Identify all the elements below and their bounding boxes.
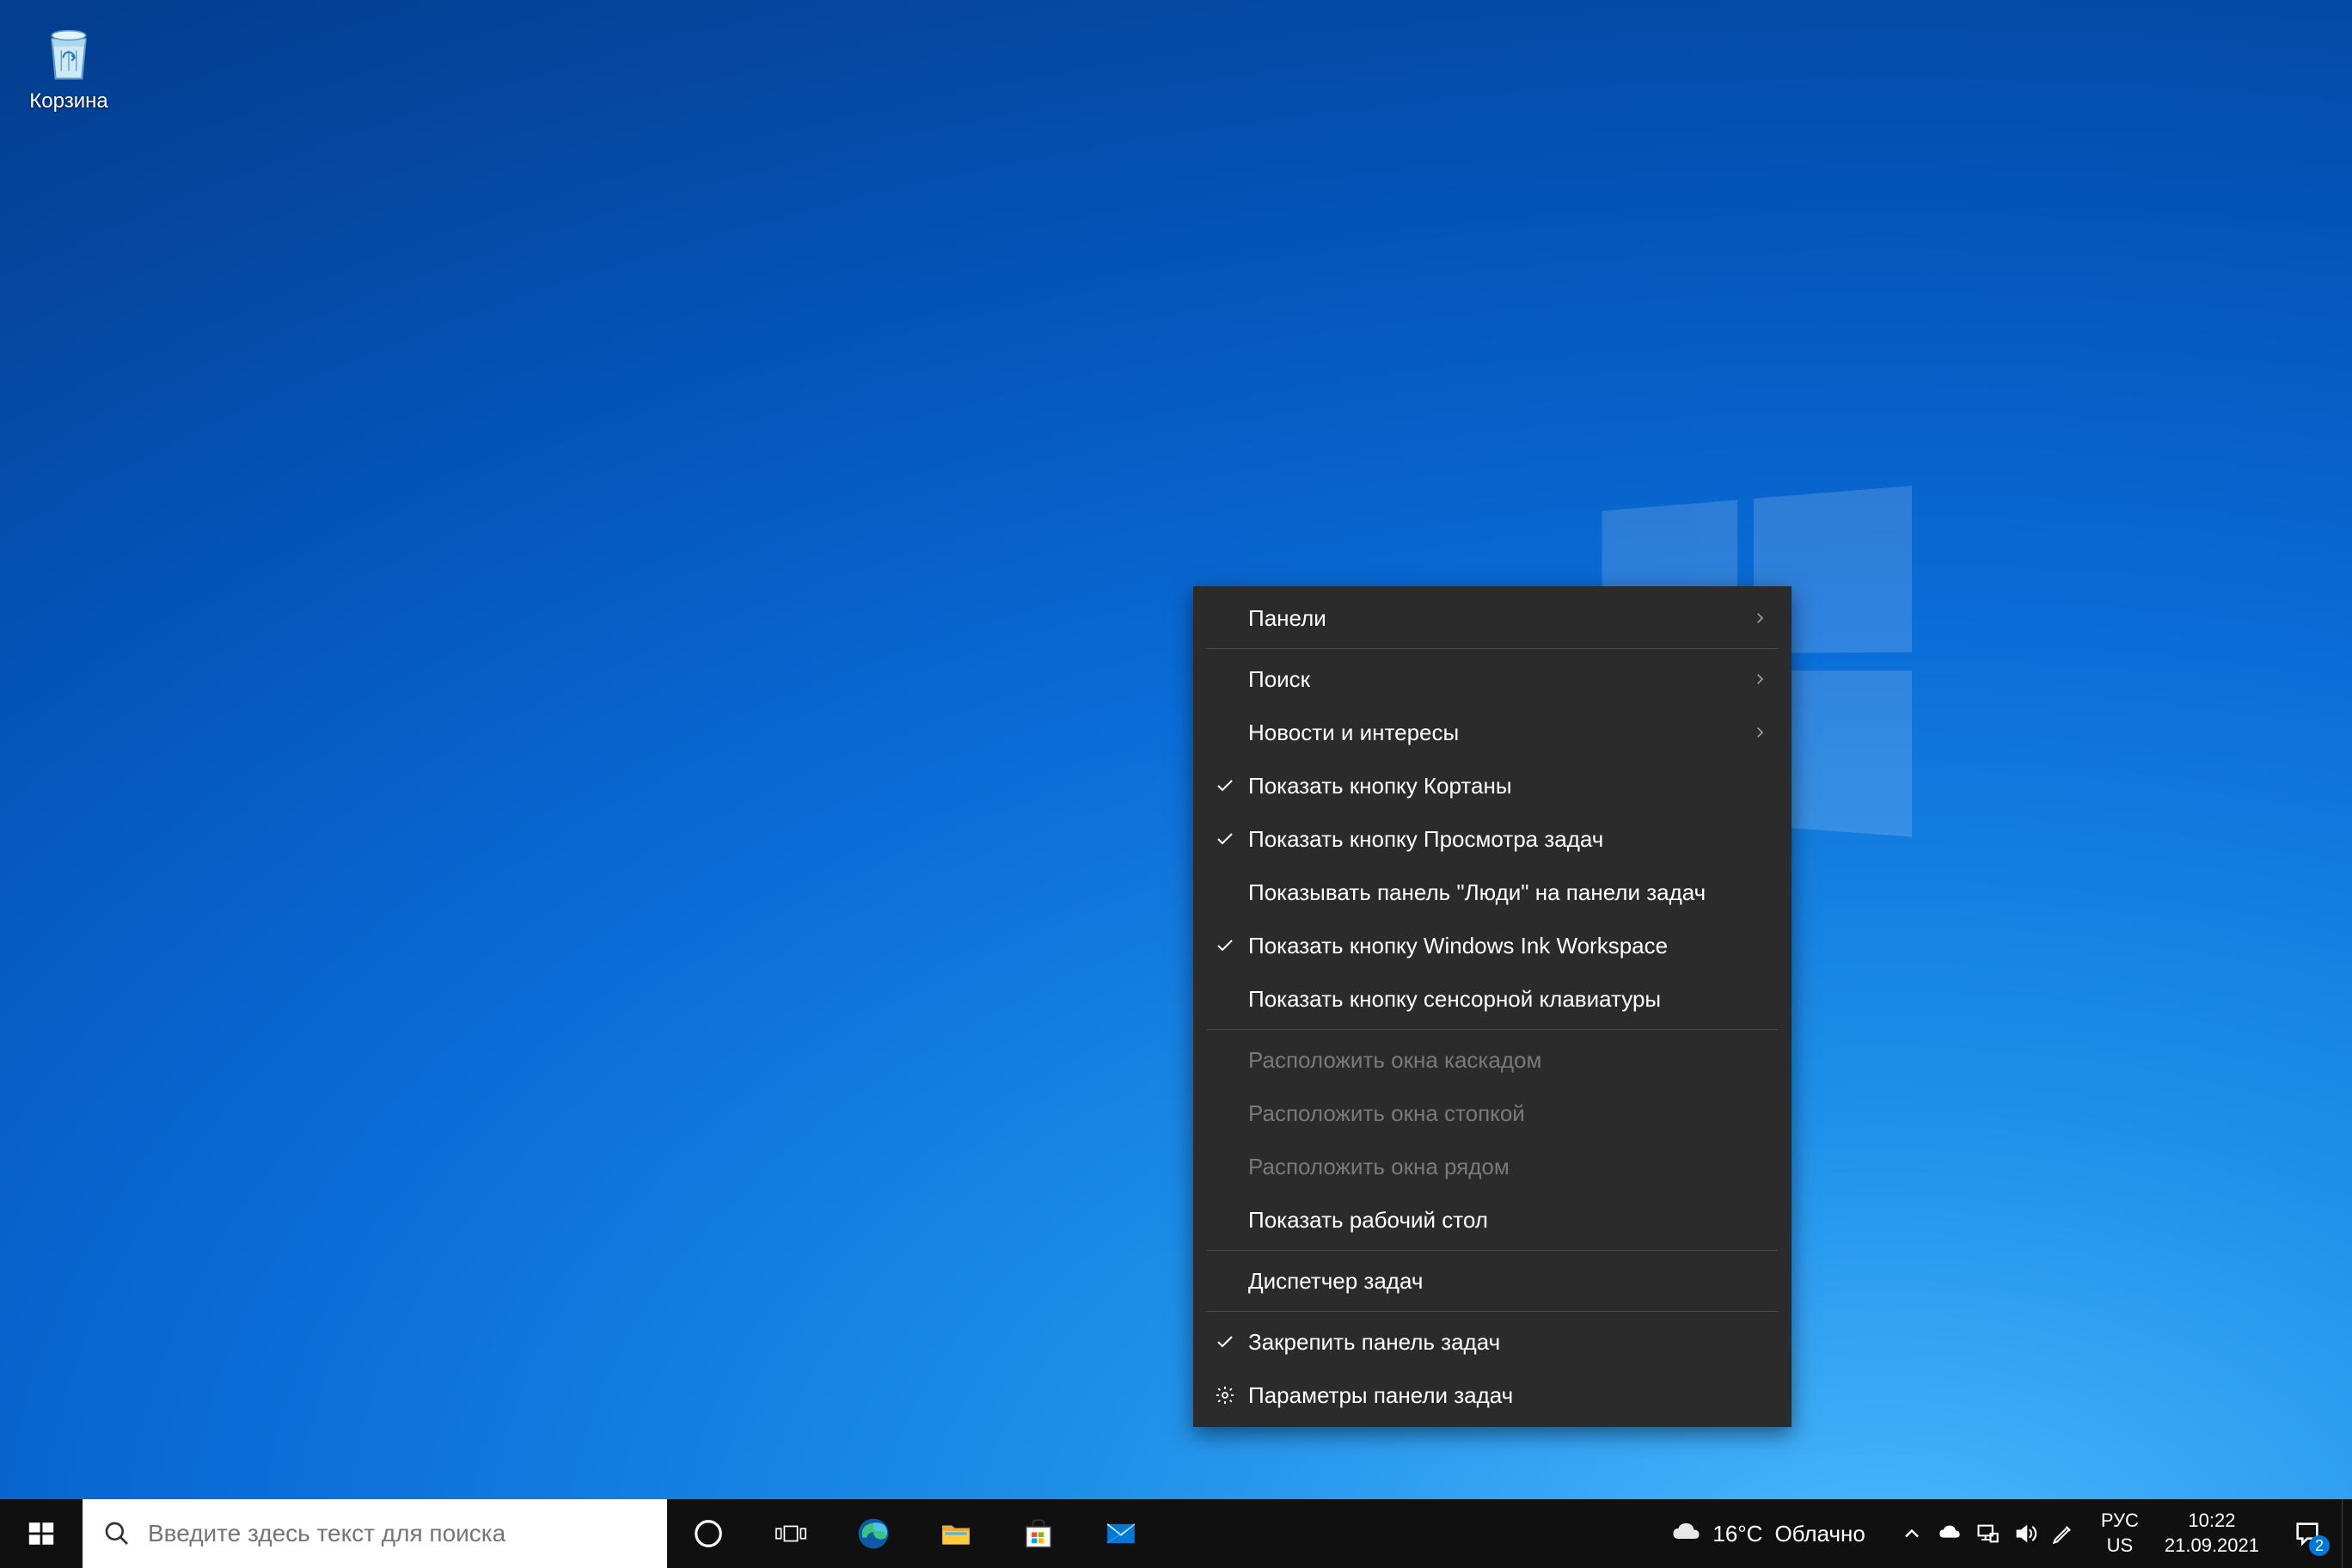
store-icon	[1022, 1517, 1055, 1550]
menu-label: Показать кнопку Windows Ink Workspace	[1241, 933, 1767, 959]
tray-onedrive[interactable]	[1932, 1499, 1967, 1568]
menu-label: Расположить окна стопкой	[1241, 1100, 1767, 1127]
menu-label: Показывать панель "Люди" на панели задач	[1241, 879, 1767, 906]
chevron-right-icon	[1752, 605, 1767, 632]
menu-cascade: Расположить окна каскадом	[1193, 1033, 1792, 1087]
menu-taskbar-settings[interactable]: Параметры панели задач	[1193, 1369, 1792, 1422]
tray-ink[interactable]	[2046, 1499, 2080, 1568]
check-icon	[1209, 829, 1241, 849]
menu-news[interactable]: Новости и интересы	[1193, 706, 1792, 759]
search-icon	[103, 1520, 131, 1547]
edge-app[interactable]	[832, 1499, 915, 1568]
clock[interactable]: 10:22 21.09.2021	[2151, 1499, 2273, 1568]
check-icon	[1209, 1332, 1241, 1352]
network-icon	[1975, 1522, 2000, 1546]
cortana-icon	[692, 1517, 725, 1550]
chevron-right-icon	[1752, 720, 1767, 746]
menu-label: Новости и интересы	[1241, 720, 1752, 746]
menu-separator	[1207, 1311, 1778, 1312]
taskview-icon	[775, 1517, 807, 1550]
explorer-app[interactable]	[915, 1499, 997, 1568]
search-input[interactable]	[148, 1520, 646, 1547]
taskbar-context-menu: Панели Поиск Новости и интересы Показать…	[1193, 586, 1792, 1427]
menu-separator	[1207, 648, 1778, 649]
cloud-icon	[1669, 1518, 1700, 1549]
action-center[interactable]: 2	[2273, 1499, 2342, 1568]
search-box[interactable]	[83, 1499, 667, 1568]
menu-stack: Расположить окна стопкой	[1193, 1087, 1792, 1140]
menu-separator	[1207, 1250, 1778, 1251]
chevron-up-icon	[1900, 1522, 1924, 1546]
menu-label: Показать кнопку Кортаны	[1241, 773, 1767, 799]
show-desktop-button[interactable]	[2342, 1499, 2352, 1568]
menu-label: Поиск	[1241, 666, 1752, 693]
tray-overflow[interactable]	[1895, 1499, 1929, 1568]
menu-show-cortana[interactable]: Показать кнопку Кортаны	[1193, 759, 1792, 812]
edge-icon	[857, 1517, 890, 1550]
menu-show-desktop[interactable]: Показать рабочий стол	[1193, 1193, 1792, 1246]
pen-icon	[2051, 1522, 2075, 1546]
menu-show-touchkb[interactable]: Показать кнопку сенсорной клавиатуры	[1193, 972, 1792, 1026]
menu-search[interactable]: Поиск	[1193, 652, 1792, 706]
lang-secondary: US	[2107, 1534, 2134, 1559]
menu-label: Расположить окна рядом	[1241, 1154, 1767, 1180]
menu-label: Закрепить панель задач	[1241, 1329, 1767, 1356]
check-icon	[1209, 775, 1241, 796]
tray-network[interactable]	[1970, 1499, 2005, 1568]
taskview-button[interactable]	[750, 1499, 832, 1568]
recycle-bin[interactable]: Корзина	[17, 17, 120, 120]
date: 21.09.2021	[2165, 1534, 2259, 1559]
menu-task-manager[interactable]: Диспетчер задач	[1193, 1254, 1792, 1308]
gear-icon	[1209, 1385, 1241, 1406]
windows-icon	[27, 1519, 56, 1548]
menu-lock-taskbar[interactable]: Закрепить панель задач	[1193, 1315, 1792, 1369]
menu-label: Показать кнопку сенсорной клавиатуры	[1241, 986, 1767, 1013]
chevron-right-icon	[1752, 666, 1767, 693]
menu-panels[interactable]: Панели	[1193, 591, 1792, 645]
menu-label: Параметры панели задач	[1241, 1382, 1767, 1409]
weather-widget[interactable]: 16°C Облачно	[1649, 1499, 1885, 1568]
time: 10:22	[2188, 1509, 2235, 1534]
cloud-icon	[1938, 1522, 1962, 1546]
start-button[interactable]	[0, 1499, 83, 1568]
recycle-bin-label: Корзина	[24, 89, 113, 113]
desktop[interactable]: Корзина Панели Поиск Новости и интересы …	[0, 0, 2352, 1568]
taskbar[interactable]: 16°C Облачно РУС US 10:22	[0, 1499, 2352, 1568]
weather-cond: Облачно	[1774, 1521, 1865, 1547]
menu-side: Расположить окна рядом	[1193, 1140, 1792, 1193]
volume-icon	[2013, 1522, 2037, 1546]
weather-temp: 16°C	[1712, 1521, 1762, 1547]
menu-show-people[interactable]: Показывать панель "Люди" на панели задач	[1193, 866, 1792, 919]
menu-label: Диспетчер задач	[1241, 1268, 1767, 1295]
menu-label: Панели	[1241, 605, 1752, 632]
check-icon	[1209, 935, 1241, 956]
menu-label: Показать рабочий стол	[1241, 1207, 1767, 1234]
store-app[interactable]	[997, 1499, 1080, 1568]
cortana-button[interactable]	[667, 1499, 750, 1568]
taskbar-spacer[interactable]	[1162, 1499, 1649, 1568]
language-indicator[interactable]: РУС US	[2089, 1499, 2151, 1568]
menu-label: Расположить окна каскадом	[1241, 1047, 1767, 1074]
lang-primary: РУС	[2101, 1509, 2139, 1534]
notification-badge: 2	[2309, 1535, 2330, 1556]
menu-separator	[1207, 1029, 1778, 1030]
menu-label: Показать кнопку Просмотра задач	[1241, 826, 1767, 853]
tray-volume[interactable]	[2008, 1499, 2043, 1568]
menu-show-taskview[interactable]: Показать кнопку Просмотра задач	[1193, 812, 1792, 866]
system-tray	[1886, 1499, 2089, 1568]
menu-show-ink[interactable]: Показать кнопку Windows Ink Workspace	[1193, 919, 1792, 972]
folder-icon	[940, 1517, 972, 1550]
mail-icon	[1105, 1517, 1137, 1550]
recycle-bin-icon	[39, 24, 99, 84]
mail-app[interactable]	[1080, 1499, 1162, 1568]
